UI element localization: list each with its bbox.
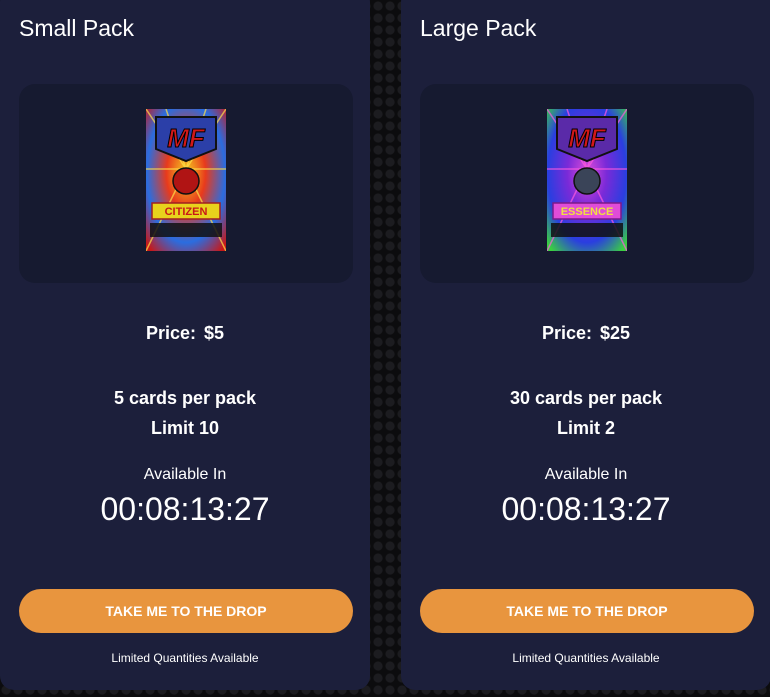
take-me-to-drop-button[interactable]: TAKE ME TO THE DROP xyxy=(420,589,754,633)
pack-card-small: Small Pack MF CITIZEN Price: $5 5 cards … xyxy=(0,0,370,690)
pack-image-box: MF ESSENCE xyxy=(420,84,754,283)
countdown-timer: 00:08:13:27 xyxy=(100,491,270,527)
pack-logo-text: MF xyxy=(568,123,607,153)
pack-logo-text: MF xyxy=(167,123,206,153)
pack-title: Small Pack xyxy=(19,15,135,41)
price-label: Price: xyxy=(145,323,196,343)
available-in-label: Available In xyxy=(544,466,628,483)
purchase-limit: Limit 2 xyxy=(556,418,615,438)
cards-per-pack: 5 cards per pack xyxy=(113,388,257,408)
pack-card-large: Large Pack MF ESSENCE Price: $25 30 card… xyxy=(401,0,770,690)
price: Price: $25 xyxy=(401,323,770,344)
pack-title: Large Pack xyxy=(420,15,537,41)
price-value: $5 xyxy=(204,323,225,343)
limited-quantities-note: Limited Quantities Available xyxy=(111,651,259,665)
take-me-to-drop-button[interactable]: TAKE ME TO THE DROP xyxy=(19,589,353,633)
cards-per-pack: 30 cards per pack xyxy=(509,388,663,408)
price-label: Price: xyxy=(541,323,592,343)
limited-quantities-note: Limited Quantities Available xyxy=(512,651,660,665)
pack-banner-text: CITIZEN xyxy=(165,206,208,218)
countdown-timer: 00:08:13:27 xyxy=(501,491,671,527)
price-value: $25 xyxy=(599,323,631,343)
pack-banner-text: ESSENCE xyxy=(561,206,614,218)
pack-image-box: MF CITIZEN xyxy=(19,84,353,283)
essence-pack-image[interactable]: MF ESSENCE xyxy=(547,109,627,251)
purchase-limit: Limit 10 xyxy=(150,418,220,438)
citizen-pack-image[interactable]: MF CITIZEN xyxy=(146,109,226,251)
price: Price: $5 xyxy=(0,323,370,344)
available-in-label: Available In xyxy=(143,466,227,483)
